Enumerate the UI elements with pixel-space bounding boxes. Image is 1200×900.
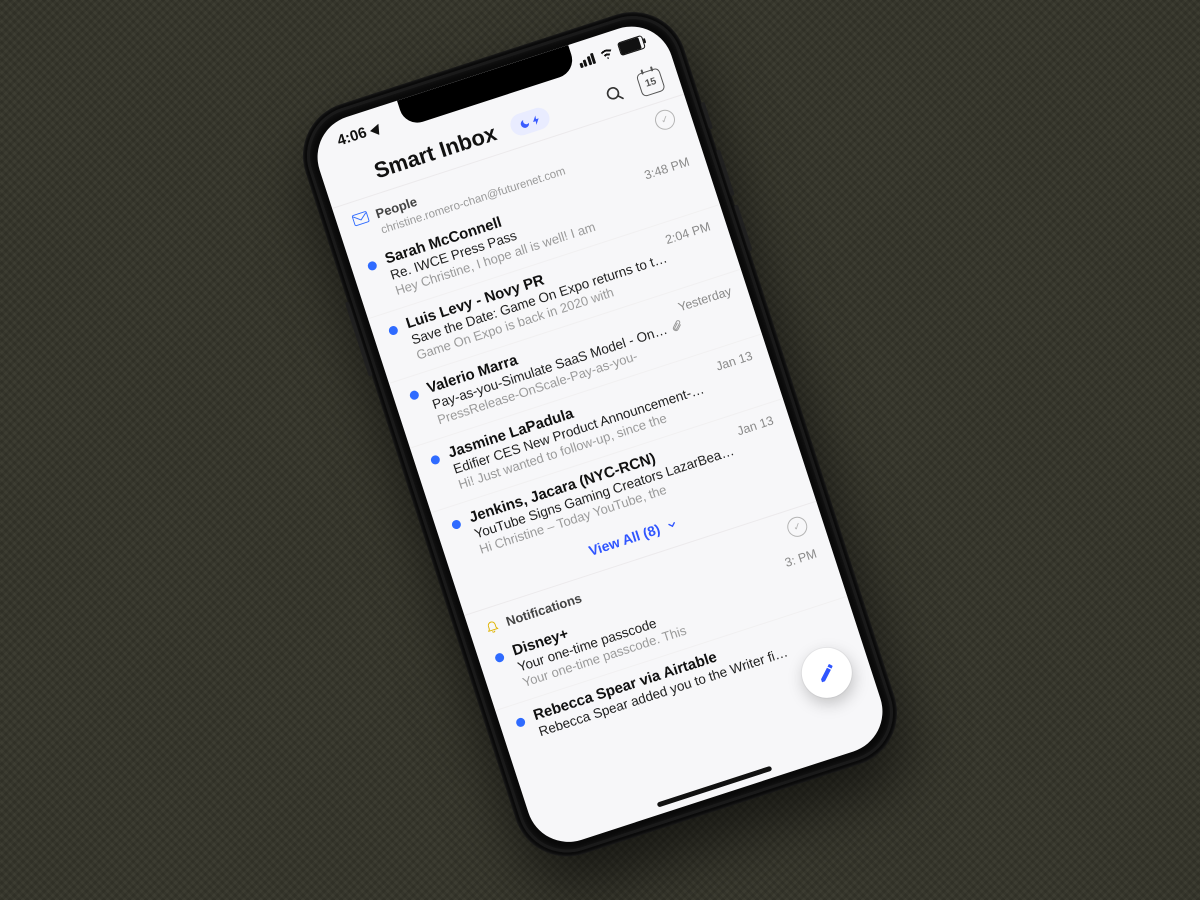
location-icon xyxy=(370,122,383,135)
bell-icon xyxy=(483,617,501,635)
unread-dot-icon xyxy=(515,717,526,728)
calendar-button[interactable]: 15 xyxy=(633,65,668,100)
home-indicator[interactable] xyxy=(657,766,773,808)
unread-dot-icon xyxy=(388,325,399,336)
battery-icon xyxy=(617,35,646,56)
calendar-day: 15 xyxy=(644,75,658,89)
unread-dot-icon xyxy=(367,260,378,271)
volume-down-button[interactable] xyxy=(734,204,753,251)
status-time: 4:06 xyxy=(335,124,369,149)
chevron-down-icon xyxy=(666,518,680,532)
search-button[interactable] xyxy=(597,76,632,111)
unread-dot-icon xyxy=(451,519,462,530)
unread-dot-icon xyxy=(494,652,505,663)
dnd-toggle[interactable] xyxy=(508,105,553,138)
mute-switch[interactable] xyxy=(701,102,713,130)
screen: 4:06 Smart Inbox xyxy=(307,16,894,853)
wifi-icon xyxy=(597,45,616,61)
section-mark-read[interactable]: ✓ xyxy=(785,514,810,539)
volume-up-button[interactable] xyxy=(716,149,735,196)
people-icon xyxy=(351,210,370,226)
compose-icon xyxy=(814,660,839,685)
phone-chassis: 4:06 Smart Inbox xyxy=(289,0,911,870)
menu-button[interactable] xyxy=(334,162,369,197)
unread-dot-icon xyxy=(430,454,441,465)
unread-dot-icon xyxy=(409,390,420,401)
cell-signal-icon xyxy=(577,52,596,68)
